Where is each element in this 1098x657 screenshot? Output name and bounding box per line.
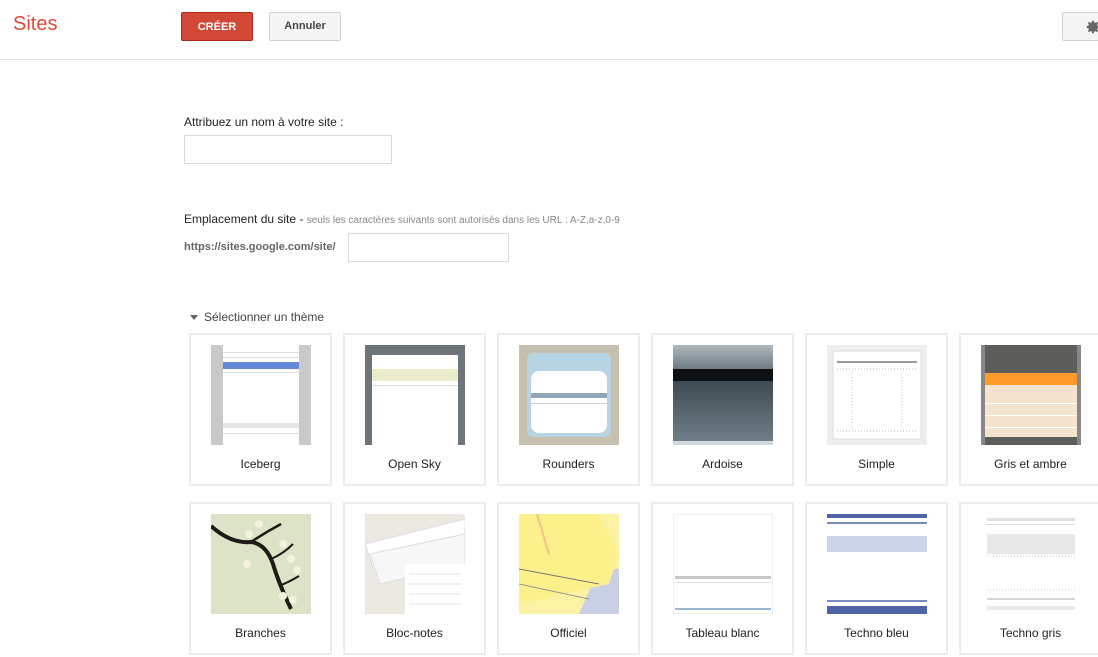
techno-bleu-thumbnail xyxy=(827,514,927,614)
theme-name: Bloc-notes xyxy=(386,626,443,640)
site-location-separator: - xyxy=(299,212,304,226)
theme-tile-techno-bleu[interactable]: Techno bleu xyxy=(805,502,948,655)
site-url-input[interactable] xyxy=(348,233,509,262)
app-title[interactable]: Sites xyxy=(13,13,57,36)
url-prefix: https://sites.google.com/site/ xyxy=(184,241,336,253)
branches-thumbnail xyxy=(211,514,311,614)
theme-name: Ardoise xyxy=(702,457,743,471)
theme-name: Tableau blanc xyxy=(685,626,760,640)
simple-thumbnail xyxy=(827,345,927,445)
create-button[interactable]: CRÉER xyxy=(181,12,253,41)
theme-tile-techno-gris[interactable]: Techno gris xyxy=(959,502,1098,655)
top-bar: Sites CRÉER Annuler xyxy=(0,0,1098,60)
theme-name: Officiel xyxy=(550,626,587,640)
theme-tile-open-sky[interactable]: Open Sky xyxy=(343,333,486,486)
site-location-hint: seuls les caractères suivants sont autor… xyxy=(306,215,620,226)
gris-et-ambre-thumbnail xyxy=(981,345,1081,445)
iceberg-thumbnail xyxy=(211,345,311,445)
theme-name: Iceberg xyxy=(240,457,281,471)
site-name-label: Attribuez un nom à votre site : xyxy=(184,115,344,129)
theme-name: Simple xyxy=(858,457,895,471)
site-location-label: Emplacement du site xyxy=(184,212,297,226)
theme-tile-ardoise[interactable]: Ardoise xyxy=(651,333,794,486)
theme-name: Open Sky xyxy=(388,457,441,471)
expand-triangle-icon xyxy=(190,315,198,321)
theme-name: Techno bleu xyxy=(844,626,909,640)
open-sky-thumbnail xyxy=(365,345,465,445)
site-location-row: Emplacement du site - seuls les caractèr… xyxy=(184,212,620,226)
officiel-thumbnail xyxy=(519,514,619,614)
theme-tile-officiel[interactable]: Officiel xyxy=(497,502,640,655)
theme-tile-bloc-notes[interactable]: Bloc-notes xyxy=(343,502,486,655)
theme-tile-tableau-blanc[interactable]: Tableau blanc xyxy=(651,502,794,655)
bloc-notes-thumbnail xyxy=(365,514,465,614)
ardoise-thumbnail xyxy=(673,345,773,445)
theme-tile-iceberg[interactable]: Iceberg xyxy=(189,333,332,486)
site-name-input[interactable] xyxy=(184,135,392,164)
techno-gris-thumbnail xyxy=(981,514,1081,614)
cancel-button[interactable]: Annuler xyxy=(269,12,341,41)
theme-name: Rounders xyxy=(542,457,595,471)
theme-tile-simple[interactable]: Simple xyxy=(805,333,948,486)
theme-tile-branches[interactable]: Branches xyxy=(189,502,332,655)
gear-icon xyxy=(1086,20,1098,34)
theme-section-label: Sélectionner un thème xyxy=(204,310,325,324)
theme-name: Gris et ambre xyxy=(994,457,1067,471)
theme-name: Branches xyxy=(235,626,286,640)
tableau-blanc-thumbnail xyxy=(673,514,773,614)
theme-section-toggle[interactable]: Sélectionner un thème xyxy=(190,310,324,324)
settings-button[interactable] xyxy=(1062,12,1098,41)
rounders-thumbnail xyxy=(519,345,619,445)
theme-tile-rounders[interactable]: Rounders xyxy=(497,333,640,486)
theme-name: Techno gris xyxy=(999,626,1062,640)
theme-tile-gris-et-ambre[interactable]: Gris et ambre xyxy=(959,333,1098,486)
